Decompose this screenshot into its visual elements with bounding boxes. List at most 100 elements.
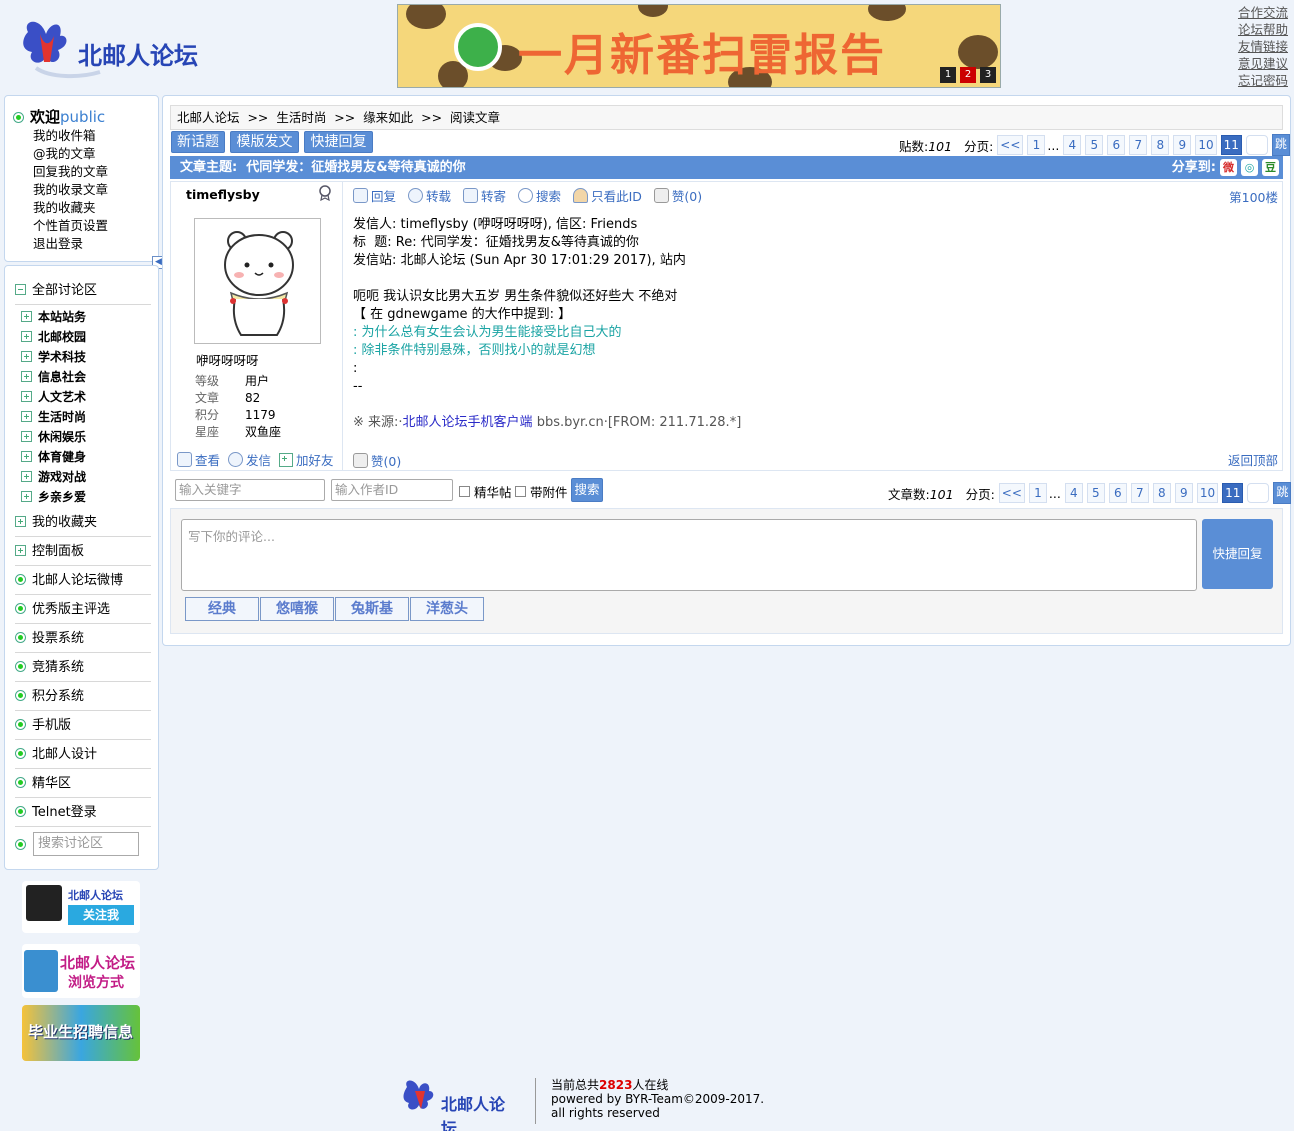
page-jump-input[interactable] [1245,135,1268,155]
emoticon-tab-classic[interactable]: 经典 [185,597,259,621]
nav-item-weibo[interactable]: 北邮人论坛微博 [15,566,151,595]
page-link[interactable]: 6 [1107,135,1126,155]
nav-item-moderator-vote[interactable]: 优秀版主评选 [15,595,151,624]
emoticon-tab-rabbit[interactable]: 兔斯基 [335,597,409,621]
like-button-bottom[interactable]: 赞(0) [353,451,401,470]
link-cooperation[interactable]: 合作交流 [1238,4,1288,21]
new-topic-button[interactable]: 新话题 [171,131,225,153]
page-jump-button[interactable]: 跳 [1271,134,1290,156]
section-search-input[interactable]: 搜索讨论区 [33,832,139,856]
link-collected[interactable]: 我的收录文章 [33,182,108,197]
like-button[interactable]: 赞(0) [653,186,702,205]
page-link[interactable]: 5 [1085,135,1104,155]
nav-favorites[interactable]: 我的收藏夹 [15,508,151,537]
nav-control-panel[interactable]: 控制面板 [15,537,151,566]
page-link[interactable]: 7 [1129,135,1148,155]
nav-item-points[interactable]: 积分系统 [15,682,151,711]
link-logout[interactable]: 退出登录 [33,236,83,251]
page-link[interactable]: 4 [1064,483,1083,503]
follow-weibo-image[interactable]: 北邮人论坛 关注我 [22,881,140,933]
nav-section[interactable]: 北邮校园 [21,327,86,347]
checkbox-box[interactable] [459,486,470,497]
quick-reply-button[interactable]: 快捷回复 [304,131,373,153]
current-page[interactable]: 11 [1220,135,1242,155]
prev-page-button[interactable]: << [998,483,1025,503]
nav-section[interactable]: 学术科技 [21,347,86,367]
template-post-button[interactable]: 模版发文 [230,131,299,153]
link-home-settings[interactable]: 个性首页设置 [33,218,108,233]
link-forgot-password[interactable]: 忘记密码 [1238,72,1288,89]
prev-page-button[interactable]: << [997,135,1024,155]
comment-textarea[interactable]: 写下你的评论... [181,519,1197,591]
emoticon-tab-monkey[interactable]: 悠嘻猴 [260,597,334,621]
repost-button[interactable]: 转载 [408,186,451,205]
nav-item-vote[interactable]: 投票系统 [15,624,151,653]
back-to-top-link[interactable]: 返回顶部 [1228,450,1278,469]
nav-section[interactable]: 本站站务 [21,307,86,327]
current-page[interactable]: 11 [1222,483,1244,503]
nav-item-essence[interactable]: 精华区 [15,769,151,798]
link-help[interactable]: 论坛帮助 [1238,21,1288,38]
douban-share-icon[interactable]: 豆 [1262,159,1279,176]
banner-page[interactable]: 2 [960,67,976,83]
submit-reply-button[interactable]: 快捷回复 [1202,519,1273,589]
nav-section[interactable]: 休闲娱乐 [21,427,86,447]
attachment-checkbox[interactable]: 带附件 [515,482,568,501]
page-link[interactable]: 9 [1174,483,1193,503]
page-link[interactable]: 8 [1152,483,1171,503]
link-feedback[interactable]: 意见建议 [1238,55,1288,72]
nav-section[interactable]: 游戏对战 [21,467,86,487]
weibo-share-icon[interactable]: 微 [1220,159,1237,176]
site-logo[interactable]: 北邮人论坛 [20,12,200,88]
search-button[interactable]: 搜索 [518,186,561,205]
nav-section[interactable]: 体育健身 [21,447,86,467]
forward-button[interactable]: 转寄 [463,186,506,205]
nav-item-telnet[interactable]: Telnet登录 [15,798,151,827]
link-replies[interactable]: 回复我的文章 [33,164,108,179]
browse-mode-image[interactable]: 北邮人论坛 浏览方式 [22,944,140,998]
ad-banner[interactable]: 一月新番扫雷报告 1 2 3 [397,4,1001,88]
nav-section[interactable]: 乡亲乡爱 [21,487,86,507]
author-id-input[interactable]: 输入作者ID [331,479,453,501]
nav-item-guess[interactable]: 竞猜系统 [15,653,151,682]
page-link[interactable]: 5 [1086,483,1105,503]
page-link[interactable]: 9 [1173,135,1192,155]
only-this-id-button[interactable]: 只看此ID [573,186,642,205]
welcome-user[interactable]: public [60,108,105,126]
mobile-client-link[interactable]: 北邮人论坛手机客户端 [403,415,533,430]
page-link[interactable]: 4 [1063,135,1082,155]
nav-section[interactable]: 生活时尚 [21,407,86,427]
view-profile-button[interactable]: 查看 [177,450,220,469]
page-link[interactable]: 1 [1027,135,1046,155]
link-mentions[interactable]: @我的文章 [33,146,96,161]
nav-item-mobile[interactable]: 手机版 [15,711,151,740]
nav-section[interactable]: 人文艺术 [21,387,86,407]
add-friend-button[interactable]: 加好友 [279,450,334,469]
banner-page[interactable]: 1 [940,67,956,83]
link-favorites[interactable]: 我的收藏夹 [33,200,96,215]
floor-number[interactable]: 第100楼 [1229,187,1278,206]
nav-item-design[interactable]: 北邮人设计 [15,740,151,769]
link-friends[interactable]: 友情链接 [1238,38,1288,55]
page-link[interactable]: 10 [1196,483,1219,503]
filter-search-button[interactable]: 搜索 [571,478,603,502]
send-message-button[interactable]: 发信 [228,450,271,469]
author-id[interactable]: timeflysby [186,187,260,202]
emoticon-tab-onion[interactable]: 洋葱头 [410,597,484,621]
page-link[interactable]: 1 [1028,483,1047,503]
nav-section[interactable]: 信息社会 [21,367,86,387]
essence-checkbox[interactable]: 精华帖 [459,482,512,501]
nav-all-sections[interactable]: 全部讨论区 [15,276,151,305]
page-jump-button[interactable]: 跳 [1273,482,1292,504]
banner-page[interactable]: 3 [980,67,996,83]
reply-button[interactable]: 回复 [353,186,396,205]
page-link[interactable]: 10 [1195,135,1217,155]
link-inbox[interactable]: 我的收件箱 [33,128,96,143]
page-link[interactable]: 8 [1151,135,1170,155]
keyword-input[interactable]: 输入关键字 [175,479,325,501]
page-jump-input[interactable] [1247,483,1270,503]
renren-share-icon[interactable]: ◎ [1241,159,1258,176]
page-link[interactable]: 7 [1130,483,1149,503]
page-link[interactable]: 6 [1108,483,1127,503]
checkbox-box[interactable] [515,486,526,497]
